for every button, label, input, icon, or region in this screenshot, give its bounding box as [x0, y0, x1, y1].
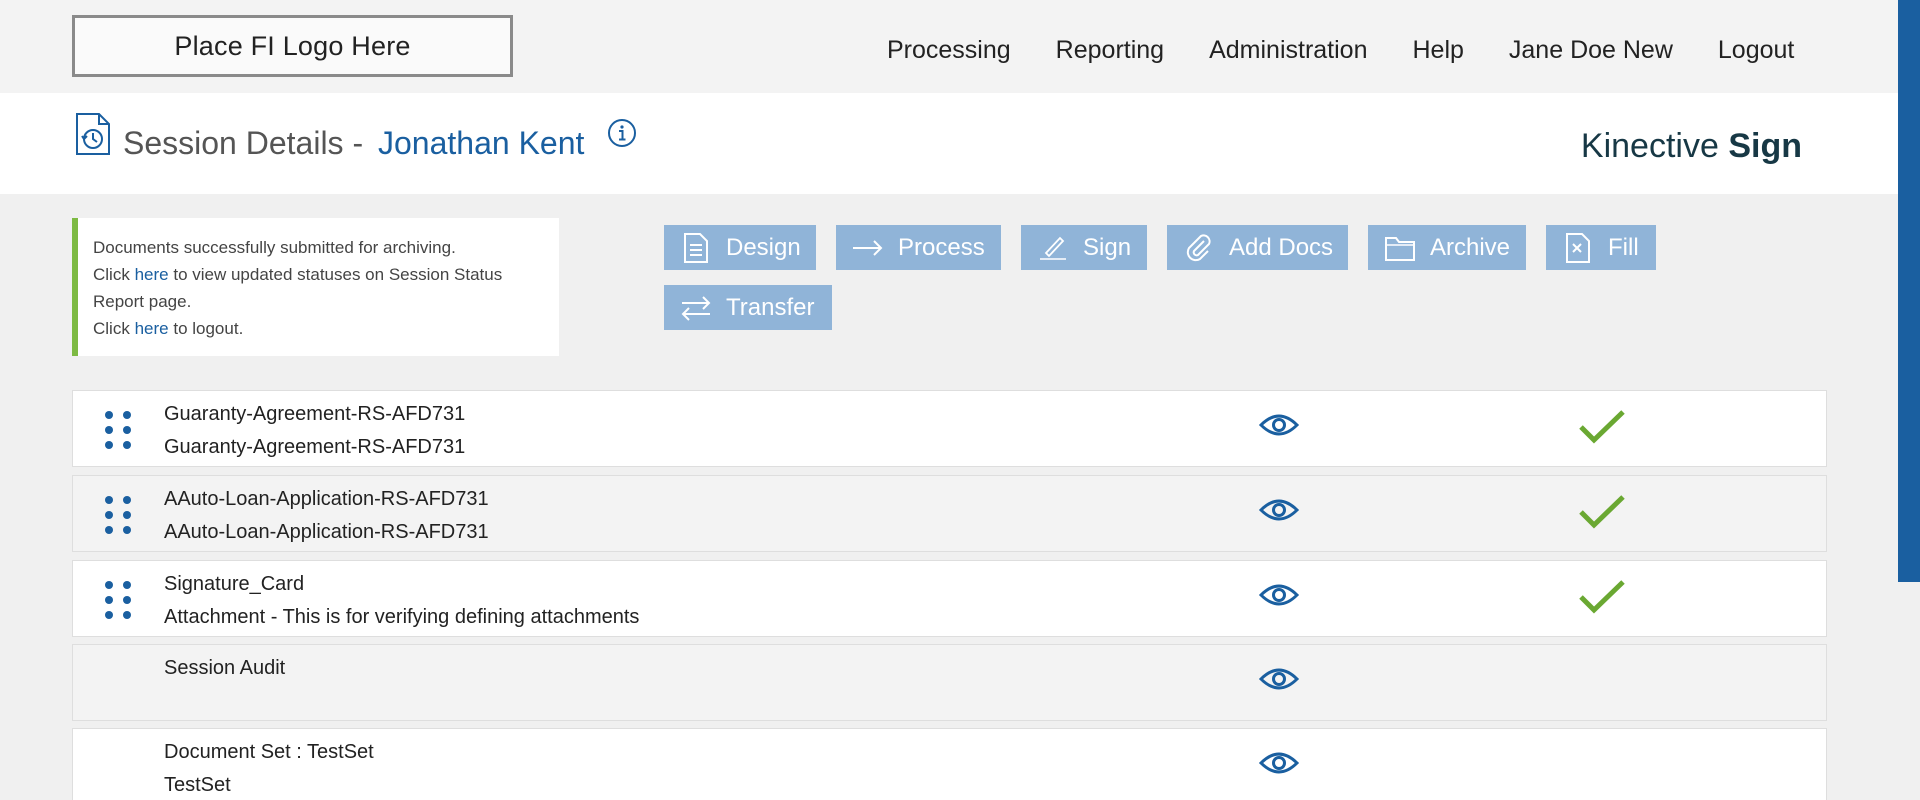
pen-sign-icon	[1035, 235, 1071, 261]
folder-icon	[1382, 234, 1418, 262]
view-eye-icon[interactable]	[1258, 496, 1300, 529]
nav-reporting[interactable]: Reporting	[1056, 36, 1164, 65]
sign-label: Sign	[1083, 233, 1132, 261]
side-accent-bar	[1898, 0, 1920, 582]
add-docs-button[interactable]: Add Docs	[1167, 225, 1348, 270]
logout-link[interactable]: here	[135, 319, 169, 338]
nav-logout[interactable]: Logout	[1718, 36, 1794, 65]
brand-light-text: Kinective	[1580, 127, 1719, 165]
notice-click-text: Click	[93, 319, 130, 338]
transfer-label: Transfer	[726, 293, 815, 321]
document-name: Document Set : TestSet	[164, 741, 374, 763]
process-label: Process	[898, 233, 985, 261]
document-description: AAuto-Loan-Application-RS-AFD731	[164, 521, 489, 543]
transfer-arrows-icon	[678, 294, 714, 322]
complete-check-icon	[1578, 494, 1626, 535]
status-report-link[interactable]: here	[135, 265, 169, 284]
transfer-button[interactable]: Transfer	[664, 285, 832, 330]
nav-help[interactable]: Help	[1412, 36, 1463, 65]
archive-success-notice: Documents successfully submitted for arc…	[72, 218, 559, 356]
archive-button[interactable]: Archive	[1368, 225, 1526, 270]
nav-user-name[interactable]: Jane Doe New	[1509, 36, 1673, 65]
drag-handle-icon[interactable]	[103, 409, 133, 456]
document-row[interactable]: Session Audit	[72, 644, 1827, 721]
session-history-icon	[74, 112, 112, 161]
complete-check-icon	[1578, 579, 1626, 620]
add-docs-label: Add Docs	[1229, 233, 1334, 261]
document-name: Signature_Card	[164, 573, 305, 595]
page-title: Session Details -	[123, 125, 364, 161]
brand-bold-text: Sign	[1728, 127, 1802, 165]
design-label: Design	[726, 233, 801, 261]
document-row[interactable]: AAuto-Loan-Application-RS-AFD731 AAuto-L…	[72, 475, 1827, 552]
notice-logout-text: to logout.	[173, 319, 244, 338]
sign-button[interactable]: Sign	[1021, 225, 1147, 270]
document-list-icon	[678, 232, 714, 263]
drag-handle-icon[interactable]	[103, 579, 133, 626]
archive-label: Archive	[1430, 233, 1511, 261]
process-button[interactable]: Process	[836, 225, 1001, 270]
info-icon[interactable]	[607, 118, 637, 153]
drag-handle-icon[interactable]	[103, 494, 133, 541]
main-nav: Processing Reporting Administration Help…	[887, 36, 1794, 65]
document-name: AAuto-Loan-Application-RS-AFD731	[164, 488, 489, 510]
document-row[interactable]: Document Set : TestSet TestSet	[72, 728, 1827, 800]
complete-check-icon	[1578, 409, 1626, 450]
customer-name[interactable]: Jonathan Kent	[378, 125, 584, 162]
fill-button[interactable]: Fill	[1546, 225, 1656, 270]
notice-message: Documents successfully submitted for arc…	[93, 238, 456, 257]
view-eye-icon[interactable]	[1258, 749, 1300, 782]
nav-administration[interactable]: Administration	[1209, 36, 1367, 65]
document-description: TestSet	[164, 774, 231, 796]
fill-label: Fill	[1608, 233, 1639, 261]
design-button[interactable]: Design	[664, 225, 816, 270]
nav-processing[interactable]: Processing	[887, 36, 1011, 65]
view-eye-icon[interactable]	[1258, 665, 1300, 698]
page-header: Session Details - Jonathan Kent Kinectiv…	[0, 93, 1898, 194]
fi-logo-placeholder[interactable]: Place FI Logo Here	[72, 15, 513, 77]
document-description: Guaranty-Agreement-RS-AFD731	[164, 436, 466, 458]
view-eye-icon[interactable]	[1258, 581, 1300, 614]
top-navigation-bar: Place FI Logo Here Processing Reporting …	[0, 0, 1920, 93]
notice-click-text: Click	[93, 265, 130, 284]
arrow-right-icon	[850, 238, 886, 258]
view-eye-icon[interactable]	[1258, 411, 1300, 444]
file-x-icon	[1560, 232, 1596, 263]
document-description: Attachment - This is for verifying defin…	[164, 606, 640, 628]
document-row[interactable]: Guaranty-Agreement-RS-AFD731 Guaranty-Ag…	[72, 390, 1827, 467]
paperclip-icon	[1181, 233, 1217, 263]
document-name: Guaranty-Agreement-RS-AFD731	[164, 403, 466, 425]
document-row[interactable]: Signature_Card Attachment - This is for …	[72, 560, 1827, 637]
brand-logo: Kinective Sign	[1581, 127, 1802, 166]
document-name: Session Audit	[164, 657, 286, 679]
